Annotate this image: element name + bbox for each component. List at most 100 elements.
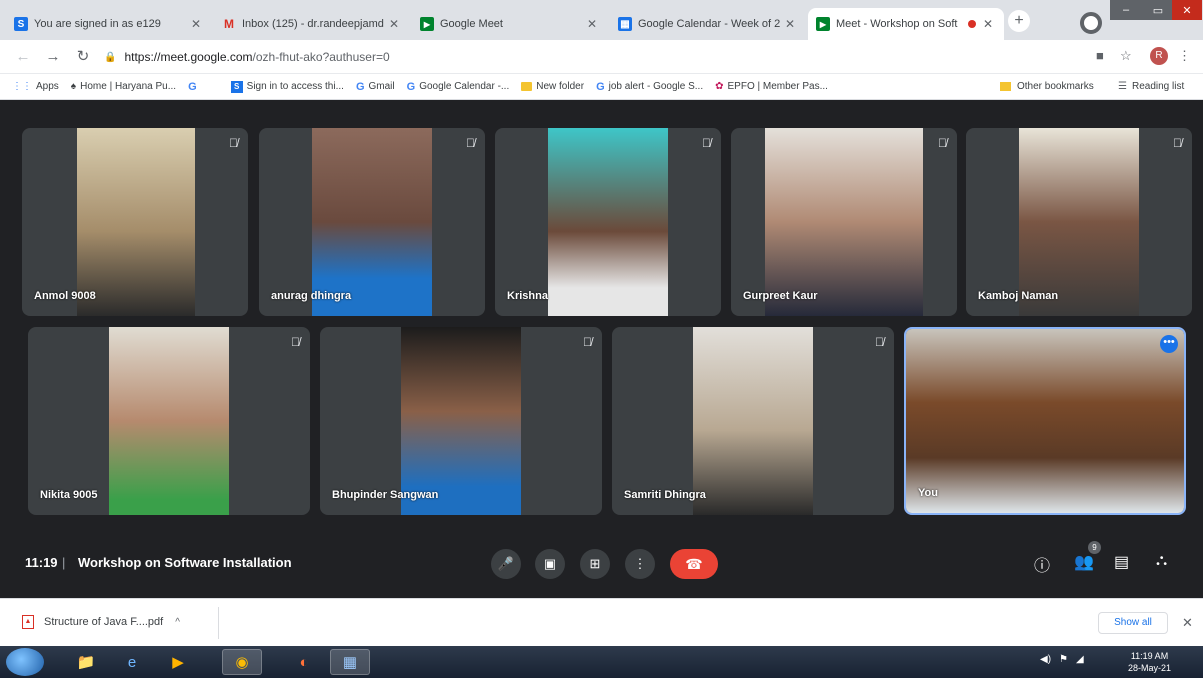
reading-list[interactable]: ☰ Reading list [1118,81,1184,92]
folder-icon [521,82,533,91]
bookmark-sign-in[interactable]: S Sign in to access thi... [230,80,344,93]
mic-off-icon: 🎙̸ [875,335,884,349]
participant-name: Samriti Dhingra [624,489,706,501]
participant-tile[interactable]: 🎙̸ Kamboj Naman [966,128,1192,316]
chevron-up-icon[interactable]: ^ [175,617,180,628]
bookmark-google[interactable]: G [188,81,201,93]
close-icon[interactable]: ✕ [188,17,204,31]
people-icon[interactable]: 👥 [1074,552,1094,572]
s-icon: S [230,80,243,93]
minimize-button[interactable]: – [1110,0,1142,20]
reload-icon[interactable]: ↻ [74,48,92,66]
forward-icon[interactable]: → [44,48,62,66]
new-tab-button[interactable]: + [1008,10,1030,32]
leave-call-button[interactable]: ☎ [670,549,718,579]
bookmark-haryana[interactable]: ♠ Home | Haryana Pu... [71,81,176,92]
start-button[interactable] [6,648,44,676]
clock-time: 11:19 AM [1130,651,1169,661]
tab-meet-workshop[interactable]: ▶ Meet - Workshop on Soft ✕ [808,8,1004,40]
system-clock[interactable]: 11:19 AM 28-May-21 [1128,650,1171,674]
star-icon[interactable]: ☆ [1120,48,1132,64]
clock-date: 28-May-21 [1128,663,1172,673]
close-icon[interactable]: ✕ [980,17,996,31]
address-bar[interactable]: 🔒 https://meet.google.com /ozh-fhut-ako?… [104,46,1084,68]
participant-tile[interactable]: 🎙̸ Bhupinder Sangwan [320,327,602,515]
participant-tile[interactable]: 🎙̸ anurag dhingra [259,128,485,316]
tab-google-calendar[interactable]: ▦ Google Calendar - Week of 2 ✕ [610,8,806,40]
bookmark-new-folder[interactable]: New folder [521,81,584,92]
flag-icon[interactable]: ⚑ [1059,654,1068,665]
participant-tile[interactable]: 🎙̸ Gurpreet Kaur [731,128,957,316]
close-icon[interactable]: ✕ [386,17,402,31]
video-feed [312,128,432,316]
bookmark-apps[interactable]: ⋮⋮ Apps [12,81,59,92]
tab-title: Inbox (125) - dr.randeepjamd [242,18,384,30]
tab-title: Google Calendar - Week of 2 [638,18,781,30]
mic-button[interactable]: 🎤 [491,549,521,579]
camera-button[interactable]: ▣ [535,549,565,579]
more-options-icon[interactable]: ••• [1160,335,1178,353]
info-icon[interactable]: ⓘ [1034,552,1050,576]
video-feed [906,329,1184,513]
chrome-icon[interactable]: ◉ [222,649,262,675]
more-vert-icon: ⋮ [633,556,647,571]
divider [218,607,219,639]
close-window-button[interactable]: ✕ [1172,0,1202,20]
participant-tile[interactable]: 🎙̸ Samriti Dhingra [612,327,894,515]
close-icon[interactable]: ✕ [584,17,600,31]
bookmark-job-alert[interactable]: G job alert - Google S... [596,81,703,93]
chat-icon[interactable]: ▤ [1114,552,1129,572]
ie-icon[interactable]: e [112,649,152,675]
other-bookmarks[interactable]: Other bookmarks [1000,81,1094,92]
maximize-button[interactable]: ▭ [1142,0,1174,20]
bookmark-epfo[interactable]: ✿ EPFO | Member Pas... [715,81,828,92]
epfo-icon: ✿ [715,81,724,92]
emblem-icon: ♠ [70,81,77,92]
close-icon[interactable]: ✕ [1182,615,1193,631]
url-path: /ozh-fhut-ako?authuser=0 [252,50,390,64]
meeting-time: 11:19 [25,555,58,570]
phone-icon: ☎ [685,555,703,572]
show-all-button[interactable]: Show all [1098,612,1168,634]
video-feed [1019,128,1139,316]
media-player-icon[interactable]: ▶ [158,649,198,675]
camera-indicator-icon[interactable]: ■ [1096,48,1104,63]
participant-name: Bhupinder Sangwan [332,489,439,501]
present-button[interactable]: ⊞ [580,549,610,579]
participant-tile[interactable]: 🎙̸ Nikita 9005 [28,327,310,515]
tab-inbox[interactable]: M Inbox (125) - dr.randeepjamd ✕ [214,8,410,40]
back-icon[interactable]: ← [14,48,32,66]
self-view-tile[interactable]: ••• You [904,327,1186,515]
participant-tile[interactable]: 🎙̸ Krishna [495,128,721,316]
network-icon[interactable]: ◢ [1076,654,1084,665]
avatar[interactable]: R [1150,47,1168,65]
participant-name: Anmol 9008 [34,290,96,302]
explorer-icon[interactable]: 📁 [66,649,106,675]
firefox-icon[interactable]: ◐ [284,649,324,675]
participant-tile[interactable]: 🎙̸ Anmol 9008 [22,128,248,316]
mic-off-icon: 🎙̸ [466,136,475,150]
profile-icon[interactable] [1080,12,1102,34]
close-icon[interactable]: ✕ [782,17,798,31]
paint-icon[interactable]: ▦ [330,649,370,675]
speaker-icon[interactable]: ◀) [1040,654,1051,665]
bookmark-gmail[interactable]: G Gmail [356,81,395,93]
google-icon: G [188,80,197,93]
pdf-icon: ▲ [22,615,34,629]
bookmarks-bar: ⋮⋮ Apps ♠ Home | Haryana Pu... G S Sign … [0,74,1203,100]
recording-icon [968,20,976,28]
participant-name: Kamboj Naman [978,290,1059,302]
participant-name: anurag dhingra [271,290,352,302]
activities-icon[interactable]: ⛬ [1156,552,1167,570]
bookmark-calendar[interactable]: G Google Calendar -... [407,81,510,93]
mic-icon: 🎤 [497,556,515,571]
more-button[interactable]: ⋮ [625,549,655,579]
participant-name: Nikita 9005 [40,489,98,501]
download-item[interactable]: ▲ Structure of Java F....pdf ^ [22,615,180,629]
meet-area: 🎙̸ Anmol 9008 🎙̸ anurag dhingra 🎙̸ Krish… [0,100,1203,598]
tab-google-meet[interactable]: ▶ Google Meet ✕ [412,8,608,40]
menu-icon[interactable]: ⋮ [1178,48,1191,64]
folder-icon [1000,82,1011,91]
tab-signed-in[interactable]: S You are signed in as e129 ✕ [6,8,212,40]
present-icon: ⊞ [589,556,601,571]
